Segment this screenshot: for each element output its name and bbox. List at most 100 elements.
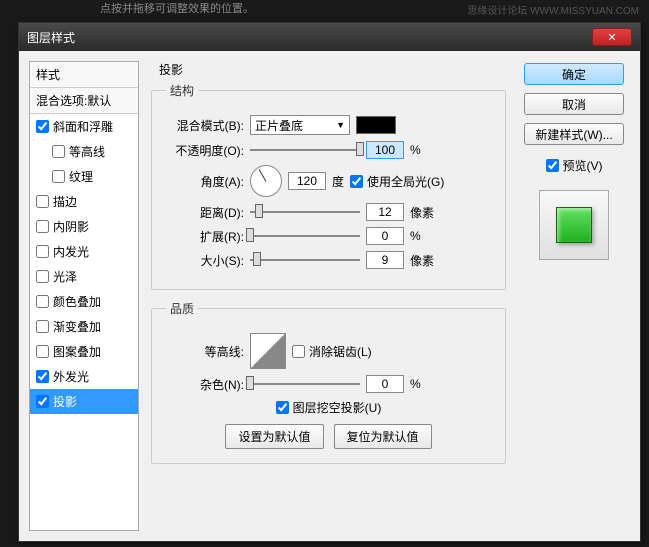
spread-unit: % (410, 229, 440, 243)
preview-check[interactable] (546, 159, 559, 172)
style-item-label: 内阴影 (53, 218, 89, 235)
watermark: 思缘设计论坛 WWW.MISSYUAN.COM (467, 2, 639, 17)
style-item-label: 光泽 (53, 268, 77, 285)
style-item-checkbox[interactable] (36, 345, 49, 358)
style-item-checkbox[interactable] (36, 220, 49, 233)
settings-panel: 投影 结构 混合模式(B): 正片叠底 ▼ 不透明度(O): % (147, 61, 510, 531)
antialias-check[interactable] (292, 345, 305, 358)
spread-label: 扩展(R): (166, 228, 244, 245)
styles-panel: 样式 混合选项:默认 斜面和浮雕等高线纹理描边内阴影内发光光泽颜色叠加渐变叠加图… (29, 61, 139, 531)
preview-swatch (556, 207, 592, 243)
size-label: 大小(S): (166, 252, 244, 269)
style-item-label: 颜色叠加 (53, 293, 101, 310)
preview-label: 预览(V) (563, 157, 603, 174)
blend-mode-label: 混合模式(B): (166, 117, 244, 134)
style-item[interactable]: 斜面和浮雕 (30, 114, 138, 139)
ok-button[interactable]: 确定 (524, 63, 624, 85)
knockout-checkbox[interactable]: 图层挖空投影(U) (276, 399, 382, 416)
style-item-checkbox[interactable] (36, 120, 49, 133)
style-item[interactable]: 图案叠加 (30, 339, 138, 364)
global-light-label: 使用全局光(G) (367, 173, 444, 190)
style-item-checkbox[interactable] (36, 395, 49, 408)
antialias-checkbox[interactable]: 消除锯齿(L) (292, 343, 372, 360)
style-item[interactable]: 渐变叠加 (30, 314, 138, 339)
style-item-checkbox[interactable] (52, 170, 65, 183)
style-item[interactable]: 内发光 (30, 239, 138, 264)
distance-label: 距离(D): (166, 204, 244, 221)
opacity-slider[interactable] (250, 141, 360, 159)
cancel-button[interactable]: 取消 (524, 93, 624, 115)
set-default-button[interactable]: 设置为默认值 (225, 424, 323, 449)
blend-options-header[interactable]: 混合选项:默认 (30, 88, 138, 114)
new-style-button[interactable]: 新建样式(W)... (524, 123, 624, 145)
style-item-label: 纹理 (69, 168, 93, 185)
blend-mode-value: 正片叠底 (255, 117, 303, 134)
style-item[interactable]: 投影 (30, 389, 138, 414)
contour-label: 等高线: (166, 343, 244, 360)
bg-hint-text: 点按并拖移可调整效果的位置。 (100, 0, 254, 16)
opacity-label: 不透明度(O): (166, 142, 244, 159)
size-input[interactable] (366, 251, 404, 269)
blend-mode-select[interactable]: 正片叠底 ▼ (250, 115, 350, 135)
style-item[interactable]: 等高线 (30, 139, 138, 164)
style-item-checkbox[interactable] (36, 195, 49, 208)
spread-slider[interactable] (250, 227, 360, 245)
global-light-check[interactable] (350, 175, 363, 188)
noise-label: 杂色(N): (166, 376, 244, 393)
global-light-checkbox[interactable]: 使用全局光(G) (350, 173, 444, 190)
style-item-label: 等高线 (69, 143, 105, 160)
opacity-input[interactable] (366, 141, 404, 159)
style-item-label: 内发光 (53, 243, 89, 260)
style-item-checkbox[interactable] (52, 145, 65, 158)
structure-legend: 结构 (166, 82, 198, 99)
chevron-down-icon: ▼ (336, 120, 345, 130)
preview-checkbox[interactable]: 预览(V) (546, 157, 603, 174)
quality-legend: 品质 (166, 300, 198, 317)
style-item-checkbox[interactable] (36, 370, 49, 383)
angle-input[interactable] (288, 172, 326, 190)
close-button[interactable]: ✕ (592, 28, 632, 46)
opacity-unit: % (410, 143, 440, 157)
preview-box (539, 190, 609, 260)
style-item-checkbox[interactable] (36, 295, 49, 308)
antialias-label: 消除锯齿(L) (309, 343, 372, 360)
noise-slider[interactable] (250, 375, 360, 393)
noise-input[interactable] (366, 375, 404, 393)
style-item-label: 斜面和浮雕 (53, 118, 113, 135)
style-item-label: 外发光 (53, 368, 89, 385)
style-item[interactable]: 内阴影 (30, 214, 138, 239)
style-item-label: 渐变叠加 (53, 318, 101, 335)
contour-picker[interactable] (250, 333, 286, 369)
style-item-checkbox[interactable] (36, 270, 49, 283)
dialog-title: 图层样式 (27, 29, 592, 46)
distance-slider[interactable] (250, 203, 360, 221)
size-slider[interactable] (250, 251, 360, 269)
spread-input[interactable] (366, 227, 404, 245)
panel-title: 投影 (151, 61, 506, 78)
size-unit: 像素 (410, 252, 440, 269)
angle-unit: 度 (332, 173, 344, 190)
style-item[interactable]: 外发光 (30, 364, 138, 389)
distance-unit: 像素 (410, 204, 440, 221)
distance-input[interactable] (366, 203, 404, 221)
angle-label: 角度(A): (166, 173, 244, 190)
shadow-color-swatch[interactable] (356, 116, 396, 134)
knockout-check[interactable] (276, 401, 289, 414)
knockout-label: 图层挖空投影(U) (293, 399, 382, 416)
structure-group: 结构 混合模式(B): 正片叠底 ▼ 不透明度(O): % 角度( (151, 82, 506, 290)
angle-dial[interactable] (250, 165, 282, 197)
style-item-checkbox[interactable] (36, 245, 49, 258)
style-item-label: 图案叠加 (53, 343, 101, 360)
quality-group: 品质 等高线: 消除锯齿(L) 杂色(N): % (151, 300, 506, 464)
style-item[interactable]: 光泽 (30, 264, 138, 289)
titlebar: 图层样式 ✕ (19, 23, 640, 51)
style-item-label: 投影 (53, 393, 77, 410)
reset-default-button[interactable]: 复位为默认值 (334, 424, 432, 449)
style-item-checkbox[interactable] (36, 320, 49, 333)
style-item[interactable]: 纹理 (30, 164, 138, 189)
noise-unit: % (410, 377, 440, 391)
style-item[interactable]: 描边 (30, 189, 138, 214)
layer-style-dialog: 图层样式 ✕ 样式 混合选项:默认 斜面和浮雕等高线纹理描边内阴影内发光光泽颜色… (18, 22, 641, 542)
styles-header[interactable]: 样式 (30, 62, 138, 88)
style-item[interactable]: 颜色叠加 (30, 289, 138, 314)
